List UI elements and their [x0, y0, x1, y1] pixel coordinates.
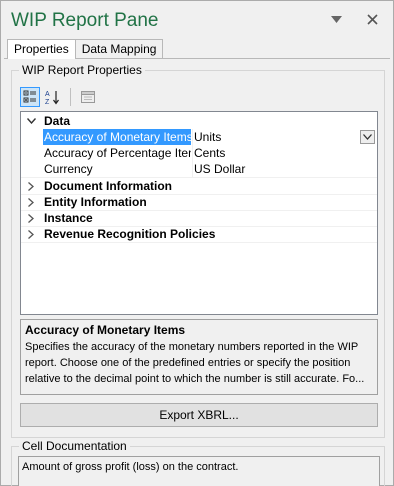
description-title: Accuracy of Monetary Items: [25, 323, 186, 337]
category-instance[interactable]: Instance: [21, 210, 377, 226]
group-legend: WIP Report Properties: [19, 63, 145, 77]
svg-text:Z: Z: [45, 99, 50, 105]
tab-data-mapping[interactable]: Data Mapping: [74, 39, 164, 58]
toolbar-separator: [70, 88, 71, 106]
close-icon[interactable]: [363, 9, 381, 29]
property-name[interactable]: Currency: [43, 161, 191, 177]
property-name[interactable]: Accuracy of Monetary Items: [43, 129, 191, 145]
property-name[interactable]: Accuracy of Percentage Items: [43, 145, 191, 161]
category-revenue-recognition-policies[interactable]: Revenue Recognition Policies: [21, 226, 377, 242]
property-pages-icon[interactable]: [78, 87, 98, 107]
categorized-icon[interactable]: [20, 87, 40, 107]
category-label: Document Information: [44, 179, 172, 193]
tab-properties[interactable]: Properties: [7, 39, 76, 59]
category-document-information[interactable]: Document Information: [21, 178, 377, 194]
property-value[interactable]: US Dollar: [194, 161, 377, 177]
sort-alphabetical-icon[interactable]: A Z: [43, 87, 63, 107]
pane-title: WIP Report Pane: [11, 10, 159, 31]
property-value[interactable]: Cents: [194, 145, 377, 161]
property-grid[interactable]: Data Accuracy of Monetary Items Units Ac…: [20, 111, 378, 315]
chevron-down-icon[interactable]: [26, 113, 36, 130]
title-bar-buttons: [327, 9, 381, 29]
chevron-down-icon[interactable]: [360, 130, 375, 144]
category-label: Instance: [44, 211, 93, 225]
category-label: Entity Information: [44, 195, 147, 209]
property-value[interactable]: Units: [194, 129, 377, 145]
category-data[interactable]: Data: [21, 113, 377, 129]
property-description-panel: Accuracy of Monetary Items Specifies the…: [20, 319, 378, 395]
property-row-accuracy-monetary[interactable]: Accuracy of Monetary Items Units: [21, 129, 377, 145]
row-separator: [21, 242, 377, 243]
tab-strip: Properties Data Mapping: [7, 39, 164, 59]
category-label: Revenue Recognition Policies: [44, 227, 216, 241]
cell-documentation-text[interactable]: Amount of gross profit (loss) on the con…: [18, 456, 380, 486]
property-row-accuracy-percentage[interactable]: Accuracy of Percentage Items Cents: [21, 145, 377, 161]
svg-text:A: A: [45, 91, 50, 98]
property-row-currency[interactable]: Currency US Dollar: [21, 161, 377, 177]
property-grid-toolbar: A Z: [20, 86, 98, 108]
category-label: Data: [44, 114, 71, 128]
export-xbrl-button[interactable]: Export XBRL...: [20, 403, 378, 427]
wip-report-pane: WIP Report Pane Properties Data Mapping …: [0, 0, 394, 486]
cell-documentation-legend: Cell Documentation: [19, 439, 130, 453]
chevron-down-icon[interactable]: [327, 9, 345, 29]
description-text: Specifies the accuracy of the monetary n…: [25, 341, 365, 385]
category-entity-information[interactable]: Entity Information: [21, 194, 377, 210]
